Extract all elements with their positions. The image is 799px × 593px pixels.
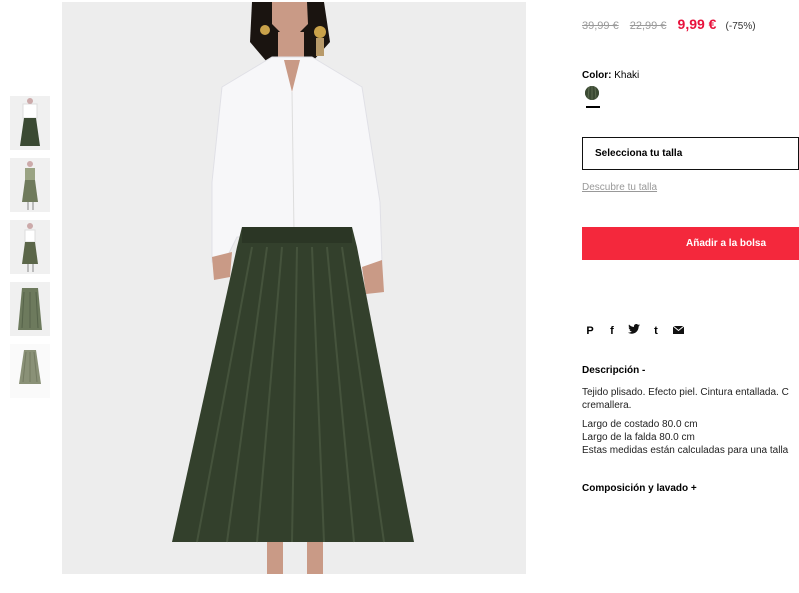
price-row: 39,99 € 22,99 € 9,99 € (-75%) xyxy=(582,16,756,32)
composition-title[interactable]: Composición y lavado + xyxy=(582,483,697,494)
thumbnail-image xyxy=(10,344,50,398)
thumbnail-list xyxy=(10,96,50,406)
thumbnail-5[interactable] xyxy=(10,344,50,398)
thumbnail-3[interactable] xyxy=(10,220,50,274)
size-select[interactable]: Selecciona tu talla xyxy=(582,137,799,170)
thumbnail-image xyxy=(10,282,50,336)
discount-badge: (-75%) xyxy=(725,21,756,32)
color-value: Khaki xyxy=(614,70,640,81)
sale-price: 9,99 € xyxy=(677,16,717,32)
facebook-icon[interactable]: f xyxy=(606,325,618,337)
email-icon[interactable] xyxy=(672,325,684,337)
description-title[interactable]: Descripción - xyxy=(582,365,645,376)
twitter-icon[interactable] xyxy=(628,324,640,337)
description-text: Tejido plisado. Efecto piel. Cintura ent… xyxy=(582,386,799,463)
thumbnail-1[interactable] xyxy=(10,96,50,150)
thumbnail-4[interactable] xyxy=(10,282,50,336)
description-paragraph-2: Largo de costado 80.0 cm Largo de la fal… xyxy=(582,419,789,456)
color-swatch-khaki[interactable] xyxy=(585,86,599,100)
add-to-bag-button[interactable]: Añadir a la bolsa xyxy=(582,227,799,260)
pinterest-icon[interactable]: P xyxy=(584,325,596,337)
thumbnail-image xyxy=(10,96,50,150)
thumbnail-image xyxy=(10,220,50,274)
description-paragraph-1: Tejido plisado. Efecto piel. Cintura ent… xyxy=(582,387,789,411)
selected-swatch-indicator xyxy=(586,106,600,108)
color-label-title: Color: xyxy=(582,70,612,81)
thumbnail-2[interactable] xyxy=(10,158,50,212)
main-product-image[interactable] xyxy=(62,2,526,574)
previous-price: 22,99 € xyxy=(629,20,667,32)
size-guide-link[interactable]: Descubre tu talla xyxy=(582,182,657,193)
thumbnail-image xyxy=(10,158,50,212)
original-price: 39,99 € xyxy=(582,20,619,32)
swatch-pattern xyxy=(585,86,599,100)
tumblr-icon[interactable]: t xyxy=(650,325,662,337)
color-label: Color: Khaki xyxy=(582,70,639,81)
product-photo xyxy=(62,2,526,574)
share-icons: P f t xyxy=(584,324,684,337)
